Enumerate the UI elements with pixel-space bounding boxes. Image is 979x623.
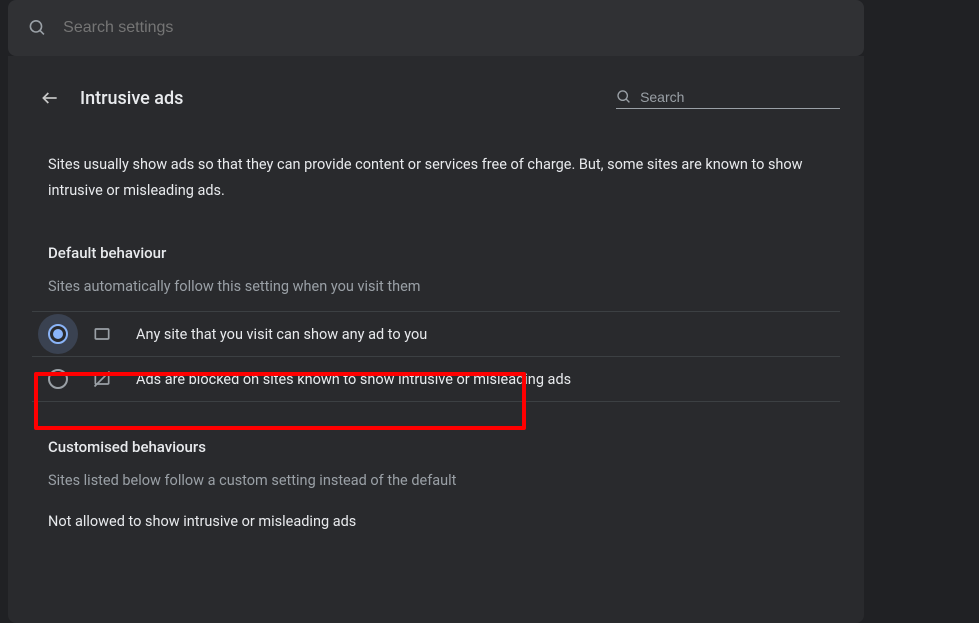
arrow-left-icon [40, 88, 60, 108]
settings-panel: Intrusive ads Sites usually show ads so … [8, 56, 864, 623]
settings-search-bar[interactable] [8, 0, 864, 56]
inline-search[interactable] [616, 88, 840, 109]
ads-blocked-icon [92, 369, 112, 389]
page-title: Intrusive ads [80, 88, 183, 109]
default-behaviour-subtitle: Sites automatically follow this setting … [48, 278, 824, 295]
not-allowed-label: Not allowed to show intrusive or mislead… [48, 513, 824, 530]
option-allow-all-ads[interactable]: Any site that you visit can show any ad … [32, 311, 840, 357]
radio-button[interactable] [48, 369, 68, 389]
settings-search-input[interactable] [63, 19, 844, 37]
option-label: Any site that you visit can show any ad … [136, 326, 427, 343]
customised-behaviours-title: Customised behaviours [48, 438, 824, 456]
default-behaviour-options: Any site that you visit can show any ad … [32, 311, 840, 402]
default-behaviour-title: Default behaviour [48, 244, 824, 262]
customised-behaviours-subtitle: Sites listed below follow a custom setti… [48, 472, 824, 489]
inline-search-input[interactable] [640, 89, 840, 105]
ads-allowed-icon [92, 324, 112, 344]
search-icon [616, 88, 632, 106]
option-block-intrusive-ads[interactable]: Ads are blocked on sites known to show i… [32, 357, 840, 402]
back-button[interactable] [32, 80, 68, 116]
search-icon [28, 18, 47, 38]
option-label: Ads are blocked on sites known to show i… [136, 371, 571, 388]
page-description: Sites usually show ads so that they can … [48, 152, 824, 204]
radio-button[interactable] [48, 324, 68, 344]
